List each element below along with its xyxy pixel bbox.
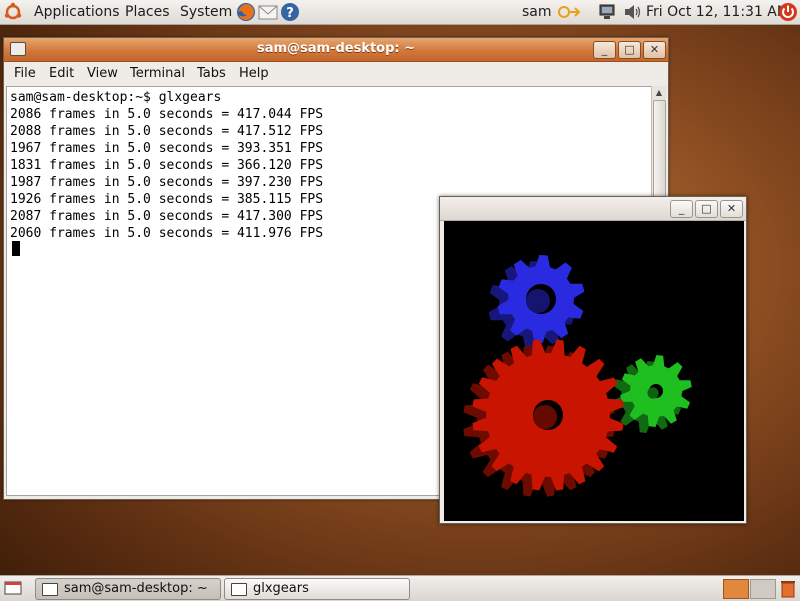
mail-icon[interactable] bbox=[258, 3, 278, 21]
red-gear-bore bbox=[533, 405, 557, 429]
trash-icon[interactable] bbox=[779, 579, 797, 598]
taskbar-terminal[interactable]: sam@sam-desktop: ~ bbox=[35, 578, 221, 600]
user-name[interactable]: sam bbox=[522, 4, 552, 20]
terminal-titlebar[interactable]: sam@sam-desktop: ~ _ □ ✕ bbox=[4, 38, 668, 62]
top-panel: Applications Places System ? sam Fri Oct… bbox=[0, 0, 800, 25]
menu-view[interactable]: View bbox=[87, 66, 118, 81]
terminal-lines: sam@sam-desktop:~$ glxgears 2086 frames … bbox=[10, 89, 323, 242]
terminal-line: 1926 frames in 5.0 seconds = 385.115 FPS bbox=[10, 192, 324, 207]
terminal-menubar: File Edit View Terminal Tabs Help bbox=[4, 62, 668, 84]
terminal-line: sam@sam-desktop:~$ glxgears bbox=[10, 90, 222, 105]
menu-terminal[interactable]: Terminal bbox=[130, 66, 185, 81]
terminal-line: 2060 frames in 5.0 seconds = 411.976 FPS bbox=[10, 226, 324, 241]
green-gear-bore bbox=[647, 387, 659, 399]
terminal-line: 1831 frames in 5.0 seconds = 366.120 FPS bbox=[10, 158, 324, 173]
glxgears-titlebar[interactable]: _ □ ✕ bbox=[440, 197, 746, 221]
close-button[interactable]: ✕ bbox=[643, 41, 666, 59]
glxgears-canvas bbox=[444, 221, 744, 521]
bottom-panel: sam@sam-desktop: ~ glxgears bbox=[0, 575, 800, 601]
svg-text:?: ? bbox=[286, 6, 294, 21]
menu-edit[interactable]: Edit bbox=[49, 66, 74, 81]
terminal-title: sam@sam-desktop: ~ bbox=[256, 41, 416, 56]
menu-help[interactable]: Help bbox=[239, 66, 269, 81]
system-menu[interactable]: System bbox=[180, 4, 232, 20]
glxgears-minimize-button[interactable]: _ bbox=[670, 200, 693, 218]
workspace-1[interactable] bbox=[723, 579, 749, 599]
window-icon bbox=[231, 583, 247, 596]
applications-menu[interactable]: Applications bbox=[34, 4, 120, 20]
scroll-up-icon[interactable]: ▲ bbox=[653, 87, 665, 99]
volume-icon[interactable] bbox=[624, 4, 642, 20]
power-icon[interactable] bbox=[778, 2, 798, 22]
terminal-line: 1967 frames in 5.0 seconds = 393.351 FPS bbox=[10, 141, 324, 156]
terminal-icon bbox=[42, 583, 58, 596]
workspace-2[interactable] bbox=[750, 579, 776, 599]
glxgears-window: _ □ ✕ bbox=[439, 196, 747, 524]
menu-tabs[interactable]: Tabs bbox=[197, 66, 226, 81]
show-desktop-icon[interactable] bbox=[4, 580, 22, 596]
help-icon[interactable]: ? bbox=[280, 2, 300, 22]
terminal-line: 2087 frames in 5.0 seconds = 417.300 FPS bbox=[10, 209, 324, 224]
places-menu[interactable]: Places bbox=[125, 4, 170, 20]
ubuntu-logo-icon[interactable] bbox=[3, 2, 23, 22]
taskbar-glxgears[interactable]: glxgears bbox=[224, 578, 410, 600]
minimize-button[interactable]: _ bbox=[593, 41, 616, 59]
terminal-line: 2086 frames in 5.0 seconds = 417.044 FPS bbox=[10, 107, 324, 122]
firefox-icon[interactable] bbox=[236, 2, 256, 22]
glxgears-maximize-button[interactable]: □ bbox=[695, 200, 718, 218]
blue-gear-bore bbox=[526, 289, 550, 313]
user-switch-icon[interactable] bbox=[557, 4, 581, 20]
menu-file[interactable]: File bbox=[14, 66, 36, 81]
text-cursor bbox=[12, 241, 20, 256]
terminal-line: 1987 frames in 5.0 seconds = 397.230 FPS bbox=[10, 175, 324, 190]
taskbar-terminal-label: sam@sam-desktop: ~ bbox=[64, 581, 208, 596]
maximize-button[interactable]: □ bbox=[618, 41, 641, 59]
glxgears-close-button[interactable]: ✕ bbox=[720, 200, 743, 218]
taskbar-glxgears-label: glxgears bbox=[253, 581, 309, 596]
clock[interactable]: Fri Oct 12, 11:31 AM bbox=[646, 4, 789, 20]
terminal-line: 2088 frames in 5.0 seconds = 417.512 FPS bbox=[10, 124, 324, 139]
network-icon[interactable] bbox=[598, 4, 616, 20]
